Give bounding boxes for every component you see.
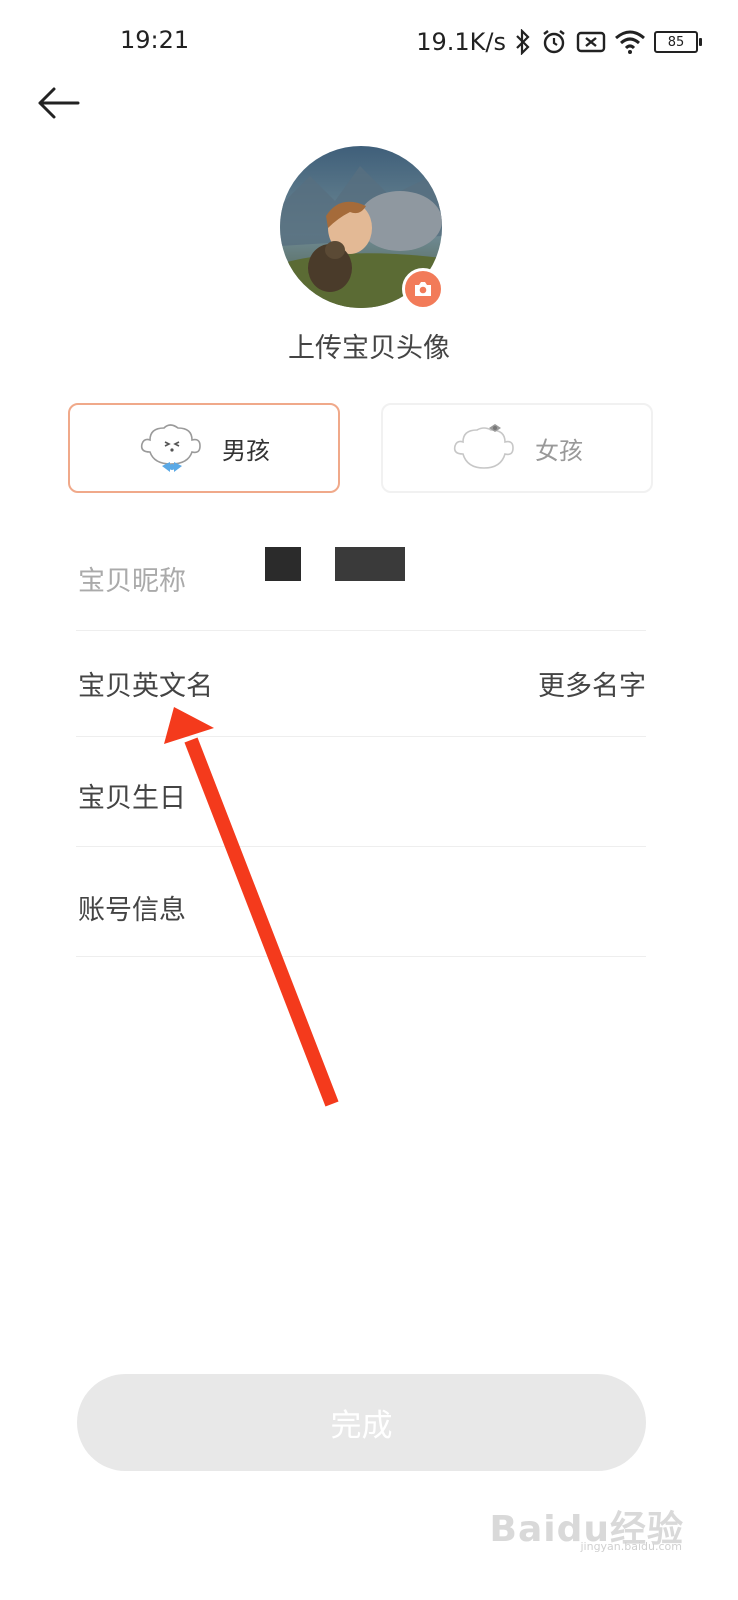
status-time: 19:21 — [120, 26, 190, 54]
done-button[interactable]: 完成 — [77, 1374, 646, 1471]
nickname-field[interactable]: 宝贝昵称 — [78, 559, 186, 598]
girl-label: 女孩 — [535, 436, 583, 465]
gender-girl-option[interactable]: 女孩 — [381, 403, 653, 493]
redacted-block — [335, 547, 405, 581]
divider — [76, 846, 646, 847]
sim-off-icon — [576, 30, 606, 54]
english-name-field[interactable]: 宝贝英文名 — [78, 664, 213, 703]
back-button[interactable] — [32, 80, 86, 126]
divider — [76, 956, 646, 957]
birthday-field[interactable]: 宝贝生日 — [78, 776, 186, 815]
alarm-icon — [540, 28, 568, 56]
status-icons: 19.1K/s 85 — [416, 24, 702, 60]
bluetooth-icon — [514, 29, 532, 55]
redacted-block — [265, 547, 301, 581]
account-info-row[interactable]: 账号信息 — [78, 888, 186, 927]
more-names-link[interactable]: 更多名字 — [538, 664, 646, 703]
girl-face-icon — [453, 424, 514, 469]
arrow-left-icon — [38, 87, 80, 119]
divider — [76, 736, 646, 737]
upload-avatar-label: 上传宝贝头像 — [288, 333, 450, 364]
battery-icon: 85 — [654, 31, 702, 53]
boy-label: 男孩 — [222, 436, 270, 465]
boy-face-icon — [140, 424, 201, 472]
wifi-icon — [614, 29, 646, 55]
gender-boy-option[interactable]: 男孩 — [68, 403, 340, 493]
divider — [76, 630, 646, 631]
battery-level: 85 — [667, 34, 685, 50]
camera-icon[interactable] — [402, 268, 444, 310]
watermark-url: jingyan.baidu.com — [580, 1540, 682, 1553]
network-speed: 19.1K/s — [416, 28, 506, 56]
